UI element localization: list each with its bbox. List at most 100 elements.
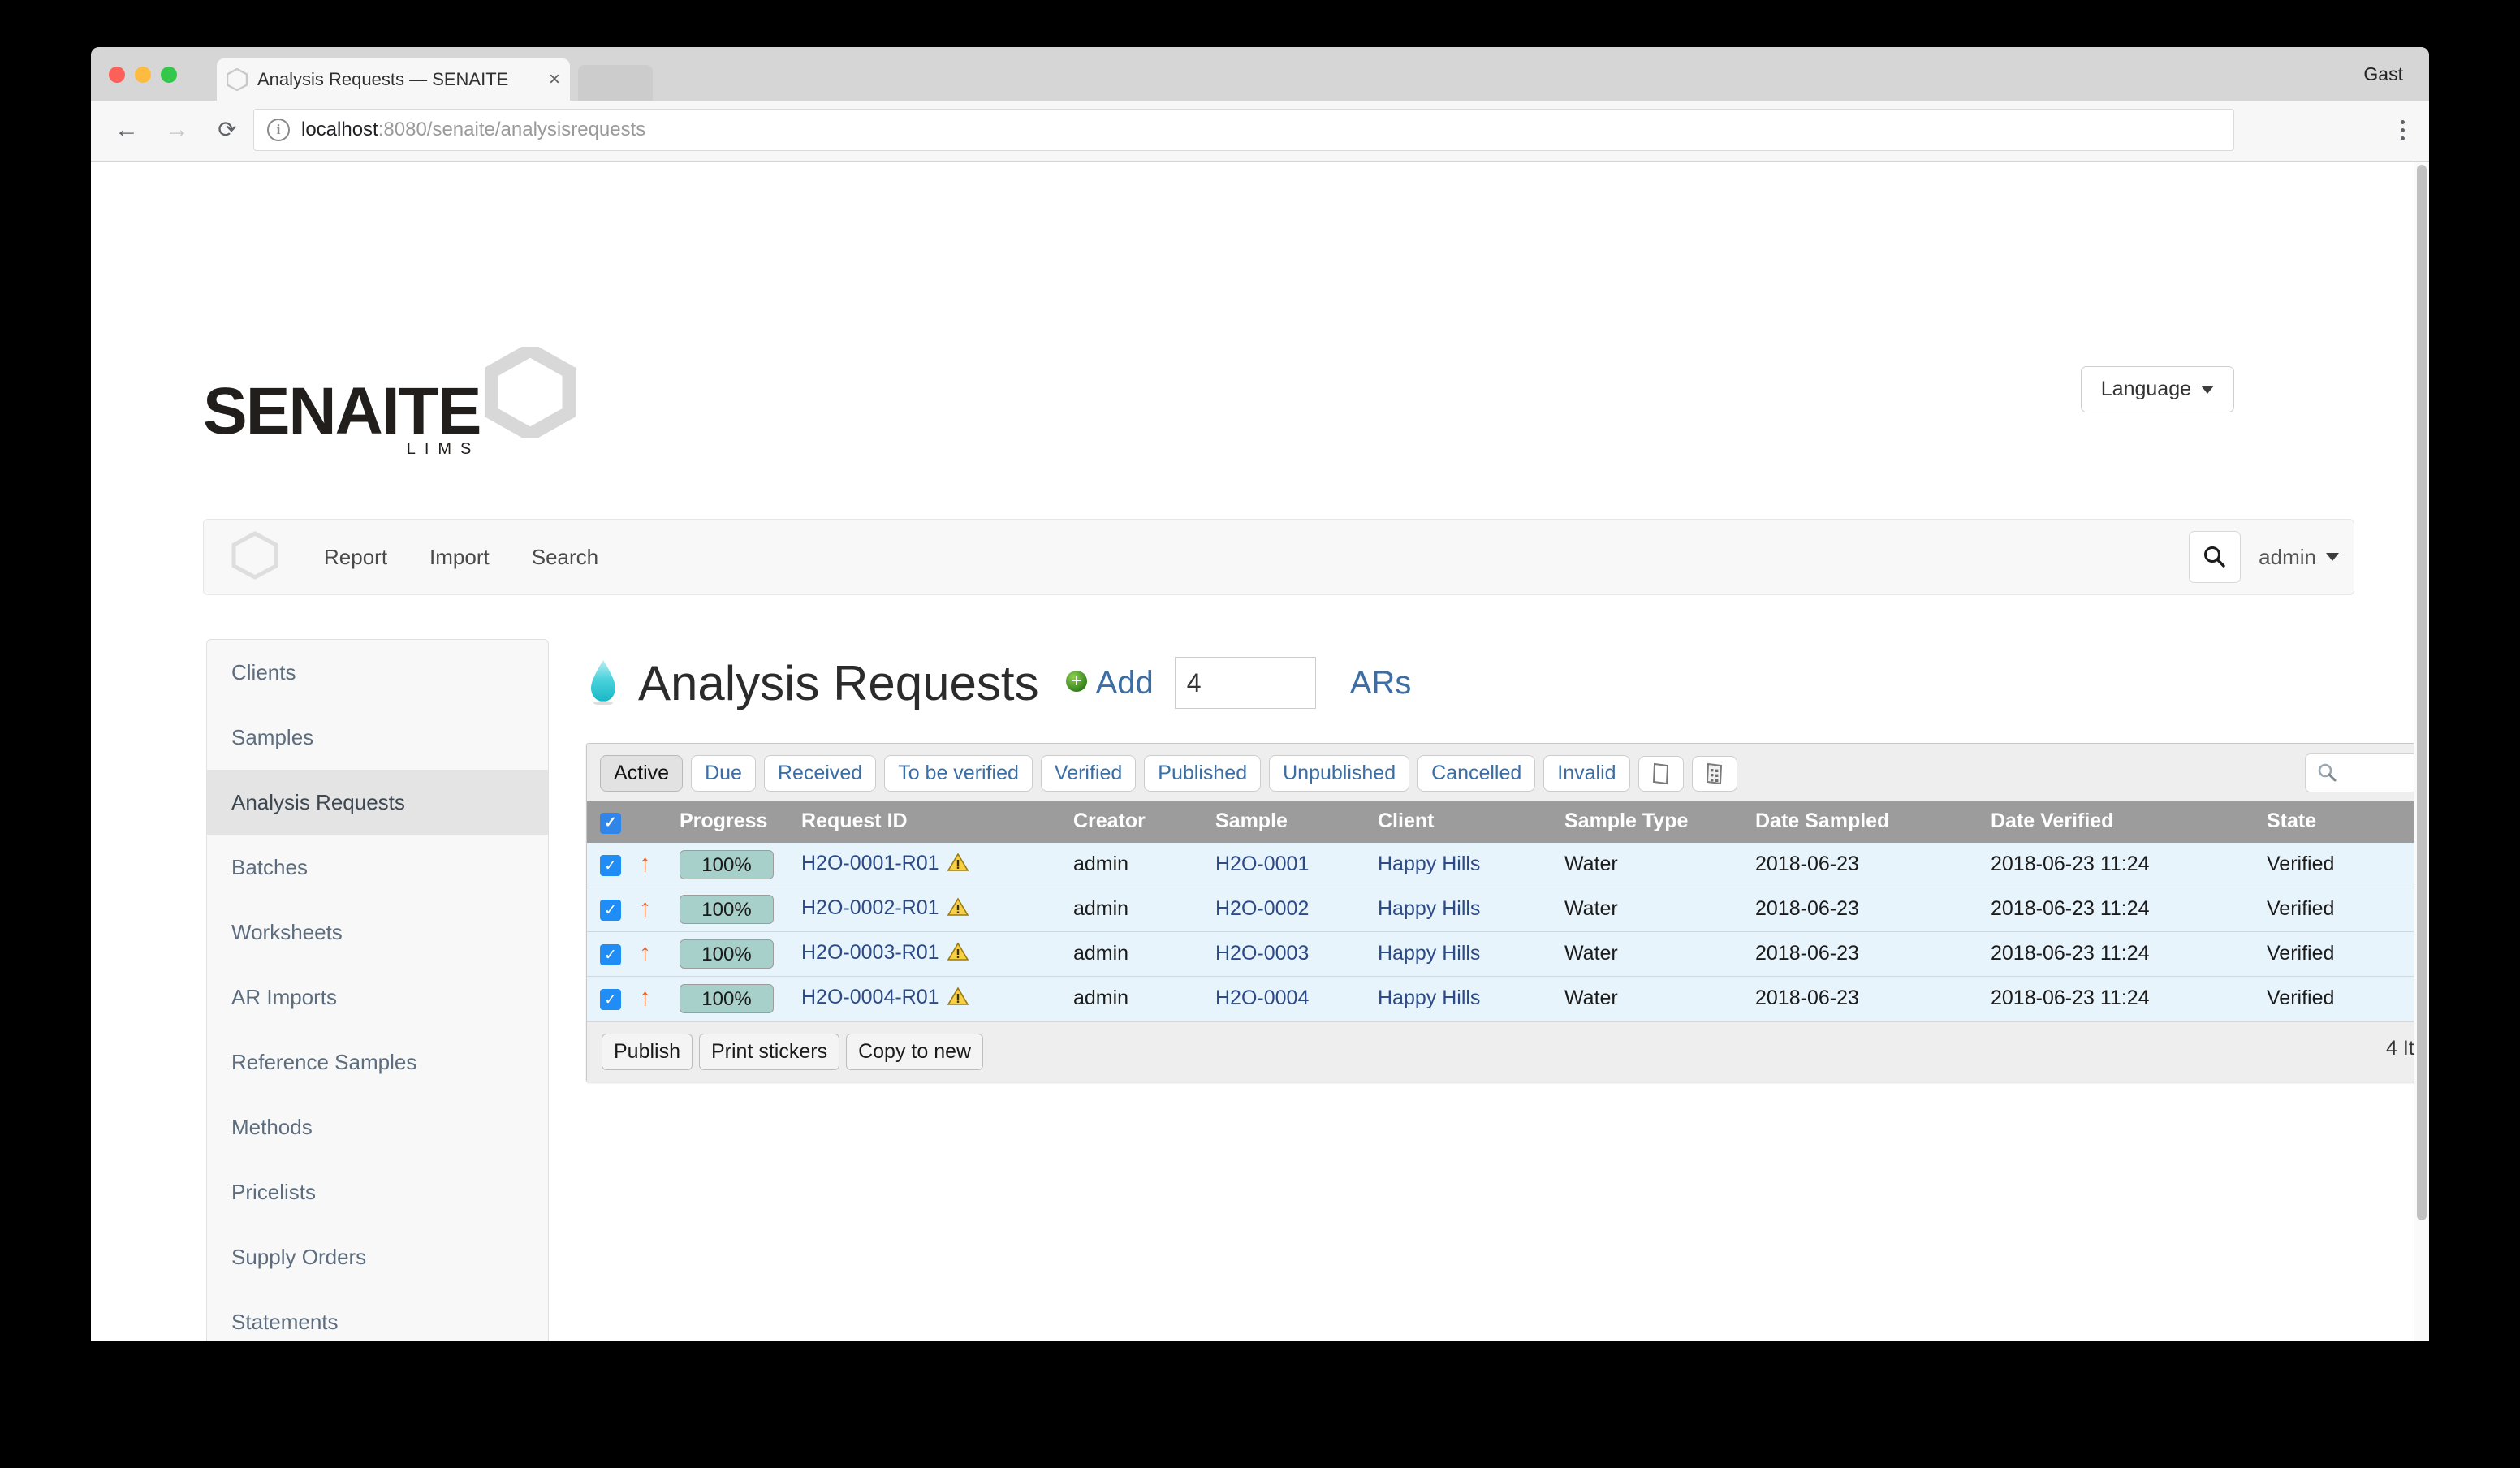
progress-bar: 100% [680,849,774,879]
navbar-link-import[interactable]: Import [408,545,511,570]
row-checkbox[interactable]: ✓ [600,944,621,966]
request-id-link[interactable]: H2O-0001-R01 [801,852,939,874]
column-progress[interactable]: Progress [680,801,801,843]
navbar-link-report[interactable]: Report [303,545,408,570]
maximize-window-icon[interactable] [161,67,177,83]
sample-link[interactable]: H2O-0002 [1215,897,1309,920]
ar-count-input[interactable] [1174,657,1316,709]
row-checkbox[interactable]: ✓ [600,900,621,922]
profile-name-label[interactable]: Gast [2363,63,2403,85]
column-date-sampled[interactable]: Date Sampled [1755,801,1991,843]
table-row[interactable]: ✓ ↑ 100% H2O-0003-R01 admin H2O-0003 Hap… [587,931,2429,977]
sidebar-item-methods[interactable]: Methods [207,1095,548,1159]
row-creator: admin [1073,976,1215,1021]
browser-tab[interactable]: Analysis Requests — SENAITE × [217,58,570,101]
client-link[interactable]: Happy Hills [1378,853,1480,875]
sidebar: Clients Samples Analysis Requests Batche… [206,639,549,1341]
close-tab-icon[interactable]: × [549,70,560,89]
request-id-link[interactable]: H2O-0003-R01 [801,941,939,964]
filter-tab-published[interactable]: Published [1144,755,1262,792]
ars-label[interactable]: ARs [1350,665,1412,702]
back-icon[interactable]: ← [109,112,145,148]
row-date-verified: 2018-06-23 11:24 [1991,976,2267,1021]
row-date-sampled: 2018-06-23 [1755,931,1991,977]
sample-link[interactable]: H2O-0003 [1215,942,1309,965]
copy-to-new-button[interactable]: Copy to new [846,1033,984,1070]
url-host: localhost [301,119,378,140]
scrollbar-thumb[interactable] [2417,165,2427,1220]
select-all-checkbox[interactable]: ✓ [600,812,621,834]
minimize-window-icon[interactable] [135,67,151,83]
search-icon[interactable] [2189,531,2242,583]
page-scrollbar[interactable] [2414,162,2429,1341]
column-state[interactable]: State [2267,801,2429,843]
column-sample[interactable]: Sample [1215,801,1378,843]
filter-tab-received[interactable]: Received [763,755,877,792]
browser-menu-icon[interactable] [2390,112,2414,148]
column-client[interactable]: Client [1378,801,1564,843]
sidebar-item-supply-orders[interactable]: Supply Orders [207,1224,548,1289]
row-request-id-cell: H2O-0003-R01 [801,931,1073,977]
sidebar-item-statements[interactable]: Statements [207,1289,548,1341]
close-window-icon[interactable] [109,67,125,83]
sidebar-item-clients[interactable]: Clients [207,640,548,705]
column-priority[interactable] [639,801,680,843]
copy-to-clipboard-icon[interactable] [1638,755,1684,792]
print-stickers-button[interactable]: Print stickers [699,1033,840,1070]
address-bar[interactable]: i localhost:8080/senaite/analysisrequest… [253,109,2234,151]
row-checkbox[interactable]: ✓ [600,855,621,877]
row-progress-cell: 100% [680,931,801,977]
navbar-link-search[interactable]: Search [511,545,619,570]
client-link[interactable]: Happy Hills [1378,897,1480,920]
sample-link[interactable]: H2O-0001 [1215,853,1309,875]
row-creator: admin [1073,842,1215,887]
request-id-link[interactable]: H2O-0002-R01 [801,896,939,919]
filter-tab-due[interactable]: Due [691,755,756,792]
listing-search-box[interactable] [2305,753,2429,792]
table-row[interactable]: ✓ ↑ 100% H2O-0002-R01 admin H2O-0002 Hap… [587,887,2429,932]
publish-button[interactable]: Publish [602,1033,693,1070]
reload-icon[interactable]: ⟳ [209,112,245,148]
site-info-icon[interactable]: i [267,119,290,141]
row-sample-cell: H2O-0001 [1215,842,1378,887]
sidebar-item-analysis-requests[interactable]: Analysis Requests [207,770,548,835]
table-row[interactable]: ✓ ↑ 100% H2O-0001-R01 admin H2O-0001 Hap… [587,842,2429,887]
row-date-sampled: 2018-06-23 [1755,976,1991,1021]
user-menu[interactable]: admin [2259,545,2339,570]
add-plus-icon[interactable] [1065,670,1088,697]
filter-tab-invalid[interactable]: Invalid [1543,755,1630,792]
request-id-link[interactable]: H2O-0004-R01 [801,986,939,1008]
row-state: Verified [2267,842,2429,887]
filter-tab-active[interactable]: Active [600,755,684,792]
add-ar-link[interactable]: Add [1096,665,1154,702]
senaite-logo[interactable]: SENAITE LIMS [203,342,576,457]
sidebar-item-batches[interactable]: Batches [207,835,548,900]
sidebar-item-pricelists[interactable]: Pricelists [207,1159,548,1224]
row-sample-type: Water [1564,842,1755,887]
column-date-verified[interactable]: Date Verified [1991,801,2267,843]
toggle-columns-icon[interactable] [1691,755,1737,792]
navbar-hexagon-icon[interactable] [231,530,278,584]
column-request-id[interactable]: Request ID [801,801,1073,843]
filter-tab-cancelled[interactable]: Cancelled [1418,755,1536,792]
language-button[interactable]: Language [2080,366,2234,412]
table-row[interactable]: ✓ ↑ 100% H2O-0004-R01 admin H2O-0004 Hap… [587,976,2429,1021]
sample-link[interactable]: H2O-0004 [1215,987,1309,1009]
window-controls[interactable] [109,67,177,83]
new-tab-button[interactable] [578,65,653,101]
row-sample-cell: H2O-0004 [1215,976,1378,1021]
column-creator[interactable]: Creator [1073,801,1215,843]
client-link[interactable]: Happy Hills [1378,987,1480,1009]
column-sample-type[interactable]: Sample Type [1564,801,1755,843]
forward-icon[interactable]: → [159,112,195,148]
client-link[interactable]: Happy Hills [1378,942,1480,965]
filter-tab-to-be-verified[interactable]: To be verified [884,755,1033,792]
row-sample-type: Water [1564,931,1755,977]
row-checkbox[interactable]: ✓ [600,989,621,1011]
filter-tab-unpublished[interactable]: Unpublished [1269,755,1410,792]
sidebar-item-samples[interactable]: Samples [207,705,548,770]
sidebar-item-worksheets[interactable]: Worksheets [207,900,548,965]
sidebar-item-reference-samples[interactable]: Reference Samples [207,1030,548,1095]
filter-tab-verified[interactable]: Verified [1040,755,1137,792]
sidebar-item-ar-imports[interactable]: AR Imports [207,965,548,1030]
